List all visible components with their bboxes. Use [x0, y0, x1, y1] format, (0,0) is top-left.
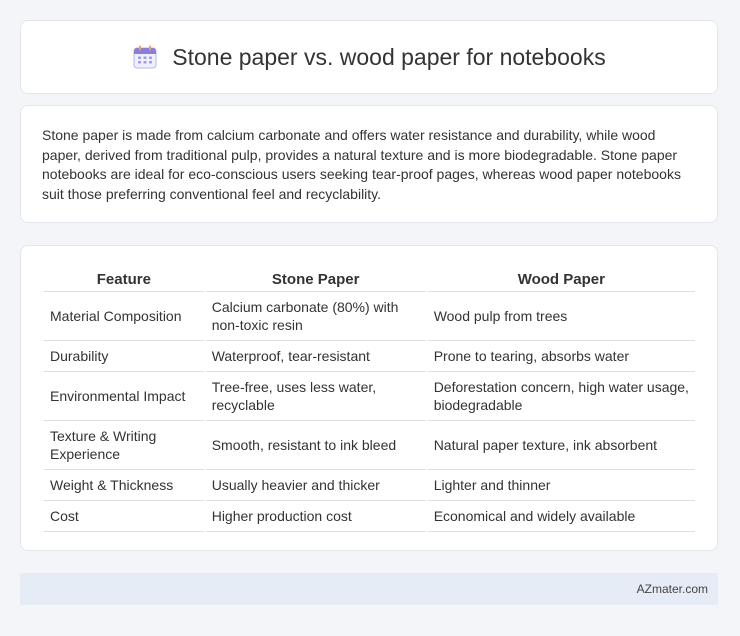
table-row: Material Composition Calcium carbonate (… — [44, 292, 695, 341]
wood-paper-cell: Wood pulp from trees — [427, 292, 695, 341]
stone-paper-cell: Smooth, resistant to ink bleed — [205, 421, 426, 470]
wood-paper-cell: Economical and widely available — [427, 501, 695, 532]
header-feature: Feature — [44, 266, 204, 292]
summary-card: Stone paper is made from calcium carbona… — [20, 105, 718, 223]
summary-text: Stone paper is made from calcium carbona… — [42, 127, 681, 202]
wood-paper-cell: Lighter and thinner — [427, 470, 695, 501]
feature-cell: Material Composition — [44, 292, 204, 341]
footer-bar: AZmater.com — [20, 573, 718, 605]
calendar-icon — [133, 45, 157, 69]
title-wrap: Stone paper vs. wood paper for notebooks — [132, 43, 606, 71]
comparison-table-card: Feature Stone Paper Wood Paper Material … — [20, 245, 718, 551]
page-title: Stone paper vs. wood paper for notebooks — [172, 43, 606, 70]
table-row: Texture & Writing Experience Smooth, res… — [44, 421, 695, 470]
wood-paper-cell: Natural paper texture, ink absorbent — [427, 421, 695, 470]
feature-cell: Cost — [44, 501, 204, 532]
stone-paper-cell: Waterproof, tear-resistant — [205, 341, 426, 372]
footer-site-name: AZmater.com — [636, 582, 708, 596]
comparison-table: Feature Stone Paper Wood Paper Material … — [42, 266, 697, 532]
feature-cell: Environmental Impact — [44, 372, 204, 421]
wood-paper-cell: Prone to tearing, absorbs water — [427, 341, 695, 372]
feature-cell: Texture & Writing Experience — [44, 421, 204, 470]
table-row: Cost Higher production cost Economical a… — [44, 501, 695, 532]
table-row: Durability Waterproof, tear-resistant Pr… — [44, 341, 695, 372]
header-stone-paper: Stone Paper — [205, 266, 426, 292]
stone-paper-cell: Calcium carbonate (80%) with non-toxic r… — [205, 292, 426, 341]
table-header-row: Feature Stone Paper Wood Paper — [44, 266, 695, 292]
wood-paper-cell: Deforestation concern, high water usage,… — [427, 372, 695, 421]
table-row: Environmental Impact Tree-free, uses les… — [44, 372, 695, 421]
feature-cell: Weight & Thickness — [44, 470, 204, 501]
stone-paper-cell: Higher production cost — [205, 501, 426, 532]
table-row: Weight & Thickness Usually heavier and t… — [44, 470, 695, 501]
feature-cell: Durability — [44, 341, 204, 372]
header-wood-paper: Wood Paper — [427, 266, 695, 292]
stone-paper-cell: Tree-free, uses less water, recyclable — [205, 372, 426, 421]
stone-paper-cell: Usually heavier and thicker — [205, 470, 426, 501]
header-card: Stone paper vs. wood paper for notebooks — [20, 20, 718, 94]
